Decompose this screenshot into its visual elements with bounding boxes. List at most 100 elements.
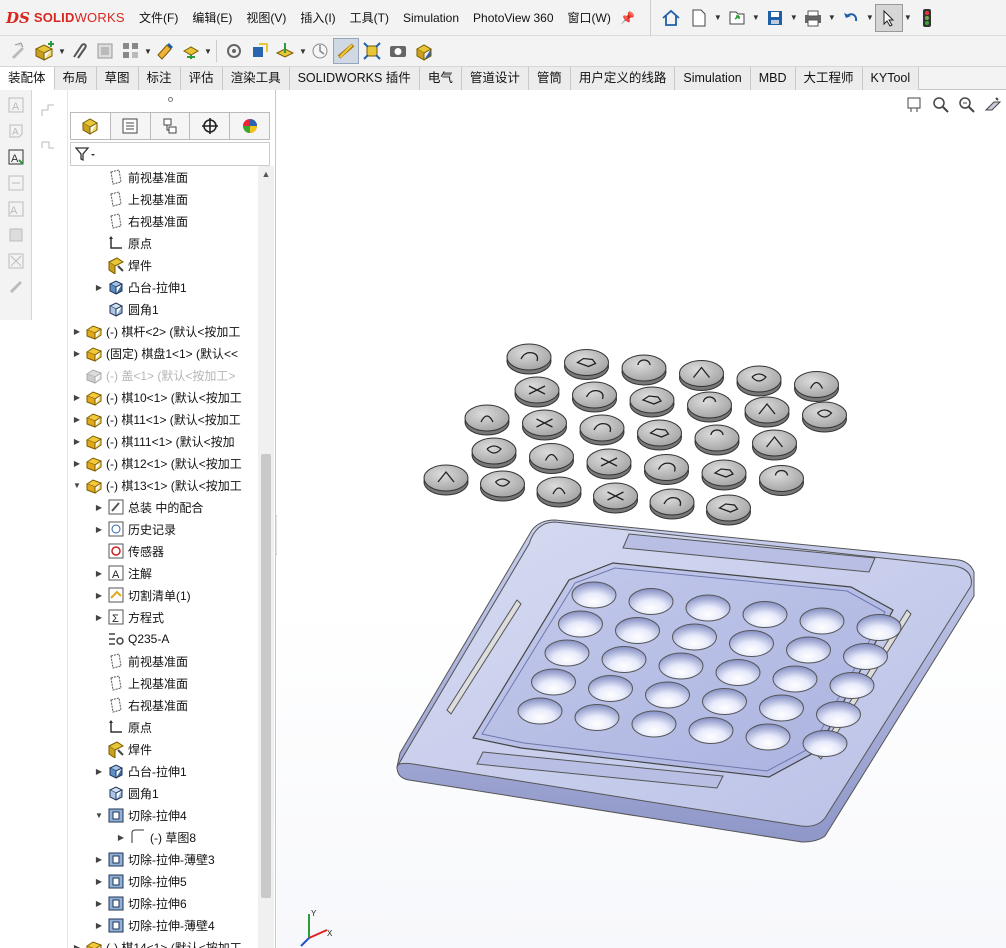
tree-item[interactable]: 上视基准面: [68, 188, 258, 210]
featuremanager-icon[interactable]: [71, 113, 111, 139]
display-manager-icon[interactable]: [230, 113, 269, 139]
chess-piece[interactable]: [536, 476, 582, 508]
chess-piece[interactable]: [464, 404, 510, 436]
expand-arrow-icon[interactable]: ▶: [72, 415, 82, 424]
tree-item[interactable]: 焊件: [68, 254, 258, 276]
chess-pieces[interactable]: [423, 343, 847, 526]
board-hole[interactable]: [729, 630, 774, 657]
tree-item[interactable]: ▶ (-) 棋10<1> (默认<按加工: [68, 386, 258, 408]
expand-arrow-icon[interactable]: ▶: [94, 899, 104, 908]
expand-arrow-icon[interactable]: ▶: [94, 855, 104, 864]
tree-item[interactable]: 圆角1: [68, 298, 258, 320]
instant3d-icon[interactable]: [333, 38, 359, 64]
tree-item[interactable]: ▼ (-) 棋13<1> (默认<按加工: [68, 474, 258, 496]
tree-item[interactable]: ▶ Σ 方程式: [68, 606, 258, 628]
expand-arrow-icon[interactable]: ▶: [94, 569, 104, 578]
dimxpert-icon[interactable]: [190, 113, 231, 139]
open-icon[interactable]: [723, 4, 751, 32]
tree-item[interactable]: 焊件: [68, 738, 258, 760]
link-icon[interactable]: [5, 276, 27, 298]
menu-item[interactable]: 编辑(E): [185, 0, 239, 36]
tree-item[interactable]: ▶ A 注解: [68, 562, 258, 584]
chess-piece[interactable]: [579, 414, 625, 446]
board-hole[interactable]: [856, 614, 902, 641]
pin-icon[interactable]: 📌: [618, 11, 638, 25]
configurationmanager-icon[interactable]: [151, 113, 191, 139]
chess-piece[interactable]: [621, 354, 667, 386]
board-hole[interactable]: [685, 594, 731, 622]
save-icon[interactable]: [761, 4, 789, 32]
command-tab[interactable]: 评估: [180, 67, 223, 90]
tree-item[interactable]: ▶ 切除-拉伸5: [68, 870, 258, 892]
scrollbar-thumb[interactable]: [261, 454, 271, 898]
tree-item[interactable]: ▶ 切割清单(1): [68, 584, 258, 606]
tree-item[interactable]: ▶ 总装 中的配合: [68, 496, 258, 518]
chess-piece[interactable]: [629, 386, 675, 418]
menu-item[interactable]: Simulation: [396, 0, 466, 36]
tree-item[interactable]: 右视基准面: [68, 694, 258, 716]
expand-arrow-icon[interactable]: ▶: [94, 877, 104, 886]
chess-piece[interactable]: [752, 429, 797, 461]
chevron-down-icon[interactable]: ▼: [58, 47, 66, 56]
tree-item[interactable]: Q235-A: [68, 628, 258, 650]
tree-filter-bar[interactable]: [70, 142, 270, 166]
command-tab[interactable]: 渲染工具: [222, 67, 290, 90]
tree-item[interactable]: ▼ 切除-拉伸4: [68, 804, 258, 826]
reference-geometry-icon[interactable]: [273, 38, 299, 64]
large-assembly-icon[interactable]: [411, 38, 437, 64]
command-tab[interactable]: 草图: [96, 67, 139, 90]
exploded-view-icon[interactable]: [359, 38, 385, 64]
chevron-down-icon[interactable]: ▼: [144, 47, 152, 56]
smart-dimension-icon[interactable]: [39, 102, 61, 124]
solidworks-logo[interactable]: DS SOLIDWORKS: [0, 0, 132, 36]
chevron-down-icon[interactable]: ▼: [204, 47, 212, 56]
board-hole[interactable]: [645, 681, 690, 709]
assembly-model[interactable]: [277, 90, 1006, 948]
chevron-down-icon[interactable]: ▼: [299, 47, 307, 56]
board-hole[interactable]: [558, 610, 603, 638]
expand-arrow-icon[interactable]: ▶: [72, 437, 82, 446]
board-hole[interactable]: [799, 607, 845, 635]
tree-item[interactable]: ▶ 历史记录: [68, 518, 258, 540]
board-hole[interactable]: [672, 623, 717, 651]
sketch-line-icon[interactable]: [39, 136, 61, 158]
print-icon[interactable]: [799, 4, 827, 32]
chess-piece[interactable]: [794, 371, 839, 402]
panel-splitter-handle[interactable]: [168, 97, 173, 102]
filter-icon[interactable]: [75, 146, 99, 162]
chess-piece[interactable]: [736, 365, 782, 397]
chess-board[interactable]: [396, 519, 975, 843]
insert-components-icon[interactable]: [32, 38, 58, 64]
chess-piece[interactable]: [423, 464, 469, 496]
command-tab[interactable]: 用户定义的线路: [570, 67, 676, 90]
command-tab[interactable]: 装配体: [0, 67, 55, 90]
component-preview-icon[interactable]: [92, 38, 118, 64]
chess-piece[interactable]: [529, 443, 574, 474]
chess-piece[interactable]: [522, 409, 567, 441]
collapse-arrow-icon[interactable]: ▼: [94, 811, 104, 820]
board-hole[interactable]: [742, 601, 788, 628]
note-icon[interactable]: A: [5, 120, 27, 142]
new-motion-study-icon[interactable]: [307, 38, 333, 64]
collapse-arrow-icon[interactable]: ▼: [72, 481, 82, 490]
expand-arrow-icon[interactable]: ▶: [94, 525, 104, 534]
expand-arrow-icon[interactable]: ▶: [72, 327, 82, 336]
command-tab[interactable]: 大工程师: [795, 67, 863, 90]
scroll-up-icon[interactable]: ▲: [258, 166, 274, 182]
undo-icon[interactable]: [837, 4, 865, 32]
surface-finish-icon[interactable]: A: [5, 198, 27, 220]
board-hole[interactable]: [517, 697, 563, 725]
tree-item[interactable]: ▶ 凸台-拉伸1: [68, 276, 258, 298]
chess-piece[interactable]: [572, 381, 617, 413]
show-hidden-icon[interactable]: [221, 38, 247, 64]
chevron-down-icon[interactable]: ▼: [827, 13, 837, 22]
chess-piece[interactable]: [706, 494, 751, 526]
tree-item[interactable]: ▶ (-) 棋12<1> (默认<按加工: [68, 452, 258, 474]
chess-piece[interactable]: [802, 401, 847, 433]
board-hole[interactable]: [615, 617, 660, 644]
board-hole[interactable]: [531, 668, 576, 696]
chess-piece[interactable]: [649, 488, 695, 520]
chevron-down-icon[interactable]: ▼: [713, 13, 723, 22]
chess-piece[interactable]: [694, 424, 740, 456]
menu-item[interactable]: 插入(I): [293, 0, 342, 36]
